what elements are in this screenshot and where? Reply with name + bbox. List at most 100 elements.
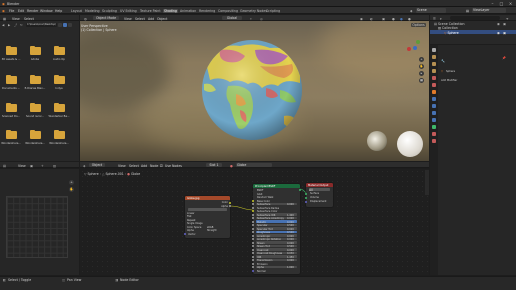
vp-menu-view[interactable]: View xyxy=(124,17,132,21)
refresh-icon[interactable]: ↻ xyxy=(20,23,24,27)
input-socket[interactable] xyxy=(252,255,254,258)
input-socket[interactable] xyxy=(252,203,254,206)
gizmo-y-axis-icon[interactable] xyxy=(416,40,420,44)
3d-viewport[interactable]: User Perspective (1) Collection | Sphere… xyxy=(80,21,429,161)
ne-menu-select[interactable]: Select xyxy=(129,164,139,168)
tab-compositing[interactable]: Compositing xyxy=(218,9,238,13)
proportional-icon[interactable]: ◎ xyxy=(260,17,263,21)
folder-icon[interactable] xyxy=(6,74,17,84)
input-socket[interactable] xyxy=(252,266,254,269)
shader-type-dropdown[interactable]: Object xyxy=(89,162,105,167)
outliner-search-input[interactable] xyxy=(450,16,500,20)
outliner-row[interactable]: ▽ Sphere xyxy=(444,31,459,35)
world-tab-icon[interactable] xyxy=(432,83,436,87)
folder-icon[interactable] xyxy=(54,129,65,139)
input-socket[interactable] xyxy=(252,259,254,262)
particles-tab-icon[interactable] xyxy=(432,104,436,108)
input-socket[interactable] xyxy=(184,233,186,235)
path-field[interactable]: C:\Users\Acer\Desktop\ xyxy=(26,22,57,27)
material-tab-icon[interactable] xyxy=(432,132,436,136)
folder-icon[interactable] xyxy=(54,102,65,112)
texture-tab-icon[interactable] xyxy=(432,139,436,143)
scene-selector[interactable]: Scene xyxy=(416,8,446,13)
gizmo-z-axis-icon[interactable] xyxy=(413,46,417,50)
display-mode-icon[interactable]: ▾ xyxy=(440,17,442,21)
menu-edit[interactable]: Edit xyxy=(18,9,24,13)
tab-geometry-nodes[interactable]: Geometry Nodes xyxy=(240,9,267,13)
folder-icon[interactable] xyxy=(30,45,41,55)
folder-icon[interactable] xyxy=(54,45,65,55)
input-socket[interactable] xyxy=(252,213,254,216)
perspective-icon[interactable]: ▦ xyxy=(419,78,424,83)
editor-type-icon[interactable]: ▦ xyxy=(3,17,6,21)
camera-icon[interactable]: ▸ xyxy=(419,71,424,76)
editor-type-icon[interactable]: ◍ xyxy=(84,17,87,21)
view-layer-selector[interactable]: ViewLayer xyxy=(472,8,506,13)
ne-menu-add[interactable]: Add xyxy=(141,164,147,168)
navigation-gizmo[interactable] xyxy=(406,39,422,55)
folder-icon[interactable] xyxy=(30,102,41,112)
pan-icon[interactable]: ✋ xyxy=(419,64,424,69)
output-tab-icon[interactable] xyxy=(432,62,436,66)
filter-icon[interactable] xyxy=(63,22,67,27)
folder-icon[interactable] xyxy=(30,129,41,139)
minimize-icon[interactable]: – xyxy=(490,1,495,6)
back-icon[interactable]: ◀ xyxy=(2,23,6,27)
visibility-icon[interactable]: ◉ xyxy=(360,17,363,21)
folder-icon[interactable] xyxy=(54,74,65,84)
input-socket[interactable] xyxy=(252,248,254,251)
sidebar-tabs[interactable] xyxy=(425,170,429,195)
input-socket[interactable] xyxy=(252,238,254,241)
object-tab-icon[interactable] xyxy=(432,90,436,94)
shading-render-icon[interactable]: ● xyxy=(408,17,411,21)
constraints-tab-icon[interactable] xyxy=(432,118,436,122)
close-icon[interactable]: × xyxy=(508,1,513,6)
principled-bsdf-node[interactable]: Principled BSDF BSDF GGX Random Walk Base C… xyxy=(252,184,301,274)
input-socket[interactable] xyxy=(252,245,254,248)
menu-window[interactable]: Window xyxy=(40,9,53,13)
ie-menu-view[interactable]: View xyxy=(18,164,26,168)
pin-icon[interactable]: 📌 xyxy=(502,56,506,60)
image-selector[interactable] xyxy=(188,208,227,211)
visibility-eye-icon[interactable]: ◉ xyxy=(497,22,500,26)
input-socket[interactable] xyxy=(252,206,254,209)
editor-type-icon[interactable]: ◈ xyxy=(83,164,85,168)
input-socket[interactable] xyxy=(252,234,254,237)
alpha-value[interactable]: Straight xyxy=(207,229,217,232)
modifier-tab-icon[interactable] xyxy=(432,97,436,101)
visibility-eye-icon[interactable]: ◉ xyxy=(497,31,500,35)
tab-texture-paint[interactable]: Texture Paint xyxy=(140,9,161,13)
input-socket[interactable] xyxy=(252,227,254,230)
blender-menu-icon[interactable]: ◉ xyxy=(2,9,5,13)
image-icon[interactable]: ▣ xyxy=(30,164,33,168)
material-selector[interactable]: Globe xyxy=(236,162,272,167)
vp-menu-object[interactable]: Object xyxy=(157,17,167,21)
tab-shading[interactable]: Shading xyxy=(163,8,178,13)
blender-logo-icon[interactable]: ◉ xyxy=(2,2,5,6)
menu-help[interactable]: Help xyxy=(55,9,62,13)
shading-solid-icon[interactable]: ● xyxy=(392,17,395,21)
image-texture-node[interactable]: Globe.jpg Color Alpha Linear Flat Repeat… xyxy=(184,196,231,238)
shading-material-icon[interactable]: ● xyxy=(400,17,403,21)
folder-icon[interactable] xyxy=(6,129,17,139)
globe-object[interactable] xyxy=(200,38,304,142)
camera-restrict-icon[interactable]: ▣ xyxy=(503,22,506,26)
fb-menu-select[interactable]: Select xyxy=(24,17,34,21)
menu-render[interactable]: Render xyxy=(27,9,38,13)
slot-dropdown[interactable]: Slot 1 xyxy=(206,162,222,167)
input-socket[interactable] xyxy=(252,269,254,272)
input-socket[interactable] xyxy=(252,224,254,227)
input-socket[interactable] xyxy=(252,217,254,220)
xray-icon[interactable]: ▣ xyxy=(382,17,385,21)
folder-icon[interactable] xyxy=(6,102,17,112)
physics-tab-icon[interactable] xyxy=(432,111,436,115)
settings-icon[interactable] xyxy=(68,22,72,27)
target-selector[interactable]: All xyxy=(309,188,330,192)
input-socket[interactable] xyxy=(252,210,254,213)
folder-icon[interactable] xyxy=(30,74,41,84)
image-editor-icon[interactable]: ▤ xyxy=(3,164,6,168)
tool-tab-icon[interactable] xyxy=(432,48,436,52)
tab-scripting[interactable]: Scripting xyxy=(266,9,280,13)
vp-menu-add[interactable]: Add xyxy=(148,17,154,21)
material-output-node[interactable]: Material Output All Surface Volume Displ… xyxy=(305,183,333,207)
